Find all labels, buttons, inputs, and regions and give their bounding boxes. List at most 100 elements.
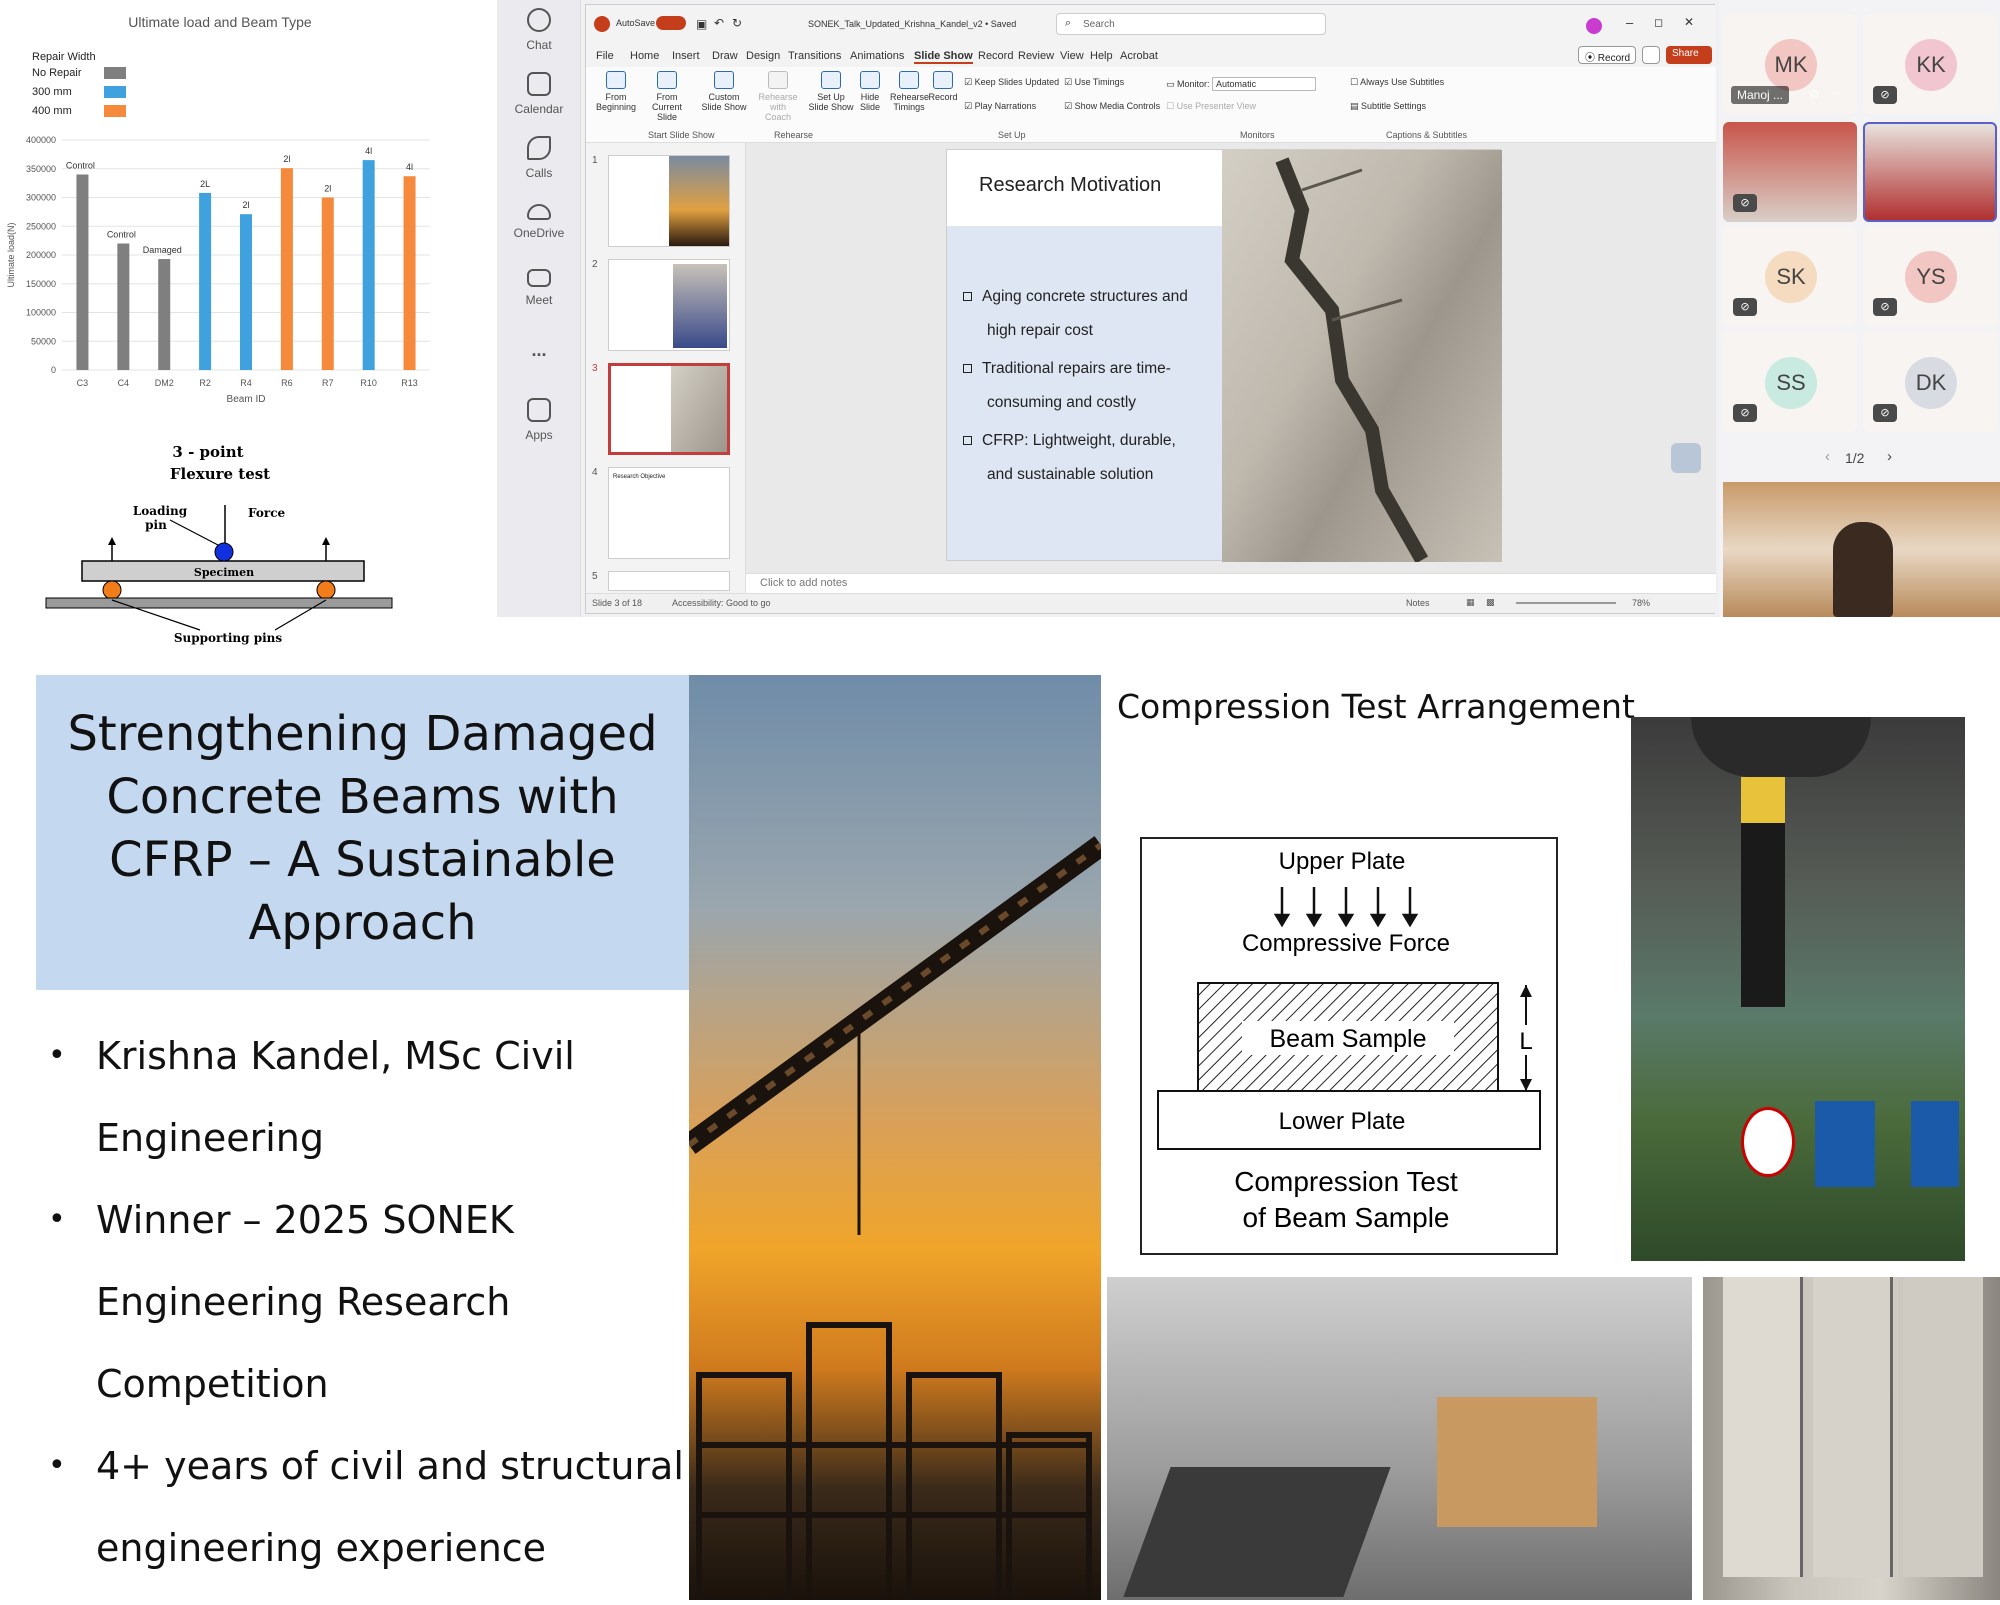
prev-page-icon[interactable]: ‹ bbox=[1825, 448, 1830, 465]
slide-bullet-3[interactable]: CFRP: Lightweight, durable, bbox=[963, 424, 1176, 458]
rehearse-timings-button[interactable]: Rehearse Timings bbox=[890, 71, 929, 112]
next-page-icon[interactable]: › bbox=[1887, 448, 1892, 465]
record-button[interactable]: ⦿ Record bbox=[1578, 46, 1636, 64]
avatar: DK bbox=[1905, 357, 1957, 409]
participant-tile-ys[interactable]: YS ⊘ bbox=[1863, 226, 1997, 326]
play-narrations-checkbox[interactable]: ☑ Play Narrations bbox=[964, 101, 1036, 112]
slide-bullet-3-cont[interactable]: and sustainable solution bbox=[987, 458, 1153, 492]
notes-toggle[interactable]: Notes bbox=[1406, 598, 1430, 608]
from-beginning-button[interactable]: From Beginning bbox=[594, 71, 638, 112]
tab-help[interactable]: Help bbox=[1090, 50, 1113, 62]
y-tick-label: 250000 bbox=[26, 221, 56, 231]
participant-video-2[interactable] bbox=[1863, 122, 1997, 222]
redo-icon[interactable]: ↻ bbox=[732, 16, 742, 30]
self-video[interactable] bbox=[1723, 482, 2000, 617]
cfrp-sheet bbox=[1123, 1467, 1391, 1597]
tab-draw[interactable]: Draw bbox=[712, 50, 738, 62]
slide-bullet-2-cont[interactable]: consuming and costly bbox=[987, 386, 1136, 420]
tab-review[interactable]: Review bbox=[1018, 50, 1054, 62]
participant-tile-kk[interactable]: KK ⊘ bbox=[1863, 14, 1997, 114]
undo-icon[interactable]: ↶ bbox=[714, 16, 724, 30]
rail-meet[interactable]: Meet bbox=[497, 266, 581, 307]
minimize-icon[interactable]: – bbox=[1626, 15, 1633, 30]
slide-bullet-1[interactable]: Aging concrete structures and bbox=[963, 280, 1188, 314]
participant-tile-dk[interactable]: DK ⊘ bbox=[1863, 332, 1997, 432]
beam-sample-1 bbox=[1723, 1277, 1803, 1577]
tab-design[interactable]: Design bbox=[746, 50, 780, 62]
zoom-level[interactable]: 78% bbox=[1632, 598, 1650, 608]
tab-slide-show[interactable]: Slide Show bbox=[914, 50, 973, 64]
tab-animations[interactable]: Animations bbox=[850, 50, 904, 62]
account-avatar[interactable] bbox=[1586, 18, 1602, 34]
tab-view[interactable]: View bbox=[1060, 50, 1084, 62]
subtitle-settings-button[interactable]: ▤ Subtitle Settings bbox=[1350, 101, 1426, 112]
play-icon bbox=[606, 71, 626, 89]
monitor-value: Automatic bbox=[1212, 77, 1317, 91]
maximize-icon[interactable]: ◻ bbox=[1654, 16, 1663, 29]
always-subtitles-checkbox[interactable]: ☐ Always Use Subtitles bbox=[1350, 77, 1444, 88]
tab-home[interactable]: Home bbox=[630, 50, 659, 62]
sorter-view-icon[interactable]: ▩ bbox=[1486, 597, 1495, 608]
hide-slide-button[interactable]: Hide Slide bbox=[854, 71, 886, 112]
search-box[interactable]: ⌕ Search bbox=[1056, 13, 1326, 35]
participant-tile-ss[interactable]: SS ⊘ bbox=[1723, 332, 1857, 432]
custom-show-button[interactable]: Custom Slide Show bbox=[698, 71, 750, 112]
presenter-view-checkbox[interactable]: ☐ Use Presenter View bbox=[1166, 101, 1256, 112]
slide-thumbnail-2[interactable] bbox=[608, 259, 730, 351]
slide-thumbnail-1[interactable] bbox=[608, 155, 730, 247]
lower-plate-label: Lower Plate bbox=[1279, 1108, 1406, 1135]
participant-tile-mk[interactable]: MK Manoj ... ⊘ ⋯ bbox=[1723, 14, 1857, 114]
setup-show-button[interactable]: Set Up Slide Show bbox=[808, 71, 854, 112]
upper-plate-label: Upper Plate bbox=[1279, 848, 1406, 875]
zoom-slider[interactable] bbox=[1516, 602, 1616, 604]
record-slide-button[interactable]: Record bbox=[928, 71, 958, 102]
tab-record[interactable]: Record bbox=[978, 50, 1013, 62]
monitor-select[interactable]: ▭ Monitor: Automatic bbox=[1166, 77, 1317, 91]
keep-updated-checkbox[interactable]: ☑ Keep Slides Updated bbox=[964, 77, 1059, 88]
copilot-icon[interactable] bbox=[1671, 443, 1701, 473]
document-title[interactable]: SONEK_Talk_Updated_Krishna_Kandel_v2 • S… bbox=[808, 19, 1016, 29]
tab-file[interactable]: File bbox=[596, 50, 614, 62]
rail-calls[interactable]: Calls bbox=[497, 136, 581, 180]
autosave-toggle[interactable] bbox=[656, 16, 686, 30]
cracked-concrete-photo[interactable] bbox=[1222, 150, 1502, 564]
slide-bullet-1-cont[interactable]: high repair cost bbox=[987, 314, 1093, 348]
accessibility-status[interactable]: Accessibility: Good to go bbox=[672, 598, 771, 608]
show-media-checkbox[interactable]: ☑ Show Media Controls bbox=[1064, 101, 1160, 112]
legend-label: No Repair bbox=[32, 67, 82, 79]
tab-insert[interactable]: Insert bbox=[672, 50, 700, 62]
notes-pane[interactable]: Click to add notes bbox=[746, 573, 1716, 593]
comments-icon[interactable] bbox=[1642, 46, 1660, 64]
flexure-title-2: Flexure test bbox=[170, 465, 270, 483]
avatar: SS bbox=[1765, 357, 1817, 409]
supporting-pins-label: Supporting pins bbox=[174, 631, 283, 645]
rail-calendar[interactable]: Calendar bbox=[497, 72, 581, 116]
slide-bullet-2[interactable]: Traditional repairs are time- bbox=[963, 352, 1171, 386]
slide-title[interactable]: Research Motivation bbox=[947, 150, 1222, 226]
close-icon[interactable]: ✕ bbox=[1684, 15, 1694, 29]
tab-acrobat[interactable]: Acrobat bbox=[1120, 50, 1158, 62]
current-slide[interactable]: Research Motivation Aging concrete struc… bbox=[946, 149, 1502, 564]
share-button[interactable]: Share bbox=[1666, 46, 1712, 64]
rail-onedrive[interactable]: OneDrive bbox=[497, 200, 581, 240]
slide-thumbnail-4[interactable]: Research Objective bbox=[608, 467, 730, 559]
from-current-button[interactable]: From Current Slide bbox=[642, 71, 692, 122]
specimen-in-machine bbox=[1741, 777, 1785, 1007]
rail-chat[interactable]: Chat bbox=[497, 8, 581, 52]
support-pin-left bbox=[102, 580, 122, 600]
participant-video-1[interactable]: ⊘ bbox=[1723, 122, 1857, 222]
rail-apps[interactable]: Apps bbox=[497, 398, 581, 442]
use-timings-checkbox[interactable]: ☑ Use Timings bbox=[1064, 77, 1124, 88]
tab-transitions[interactable]: Transitions bbox=[788, 50, 841, 62]
save-icon[interactable]: ▣ bbox=[696, 17, 707, 31]
hide-slide-icon bbox=[860, 71, 880, 89]
rail-more[interactable]: ... bbox=[497, 340, 581, 361]
more-options-icon[interactable]: ⋯ bbox=[1831, 84, 1845, 101]
x-tick-label: R10 bbox=[360, 378, 377, 388]
normal-view-icon[interactable]: ▦ bbox=[1466, 597, 1475, 608]
slide-thumbnail-3[interactable] bbox=[608, 363, 730, 455]
participant-tile-sk[interactable]: SK ⊘ bbox=[1723, 226, 1857, 326]
rehearse-coach-button[interactable]: Rehearse with Coach bbox=[756, 71, 800, 122]
slide-thumbnail-5[interactable] bbox=[608, 571, 730, 591]
record-icon bbox=[933, 71, 953, 89]
